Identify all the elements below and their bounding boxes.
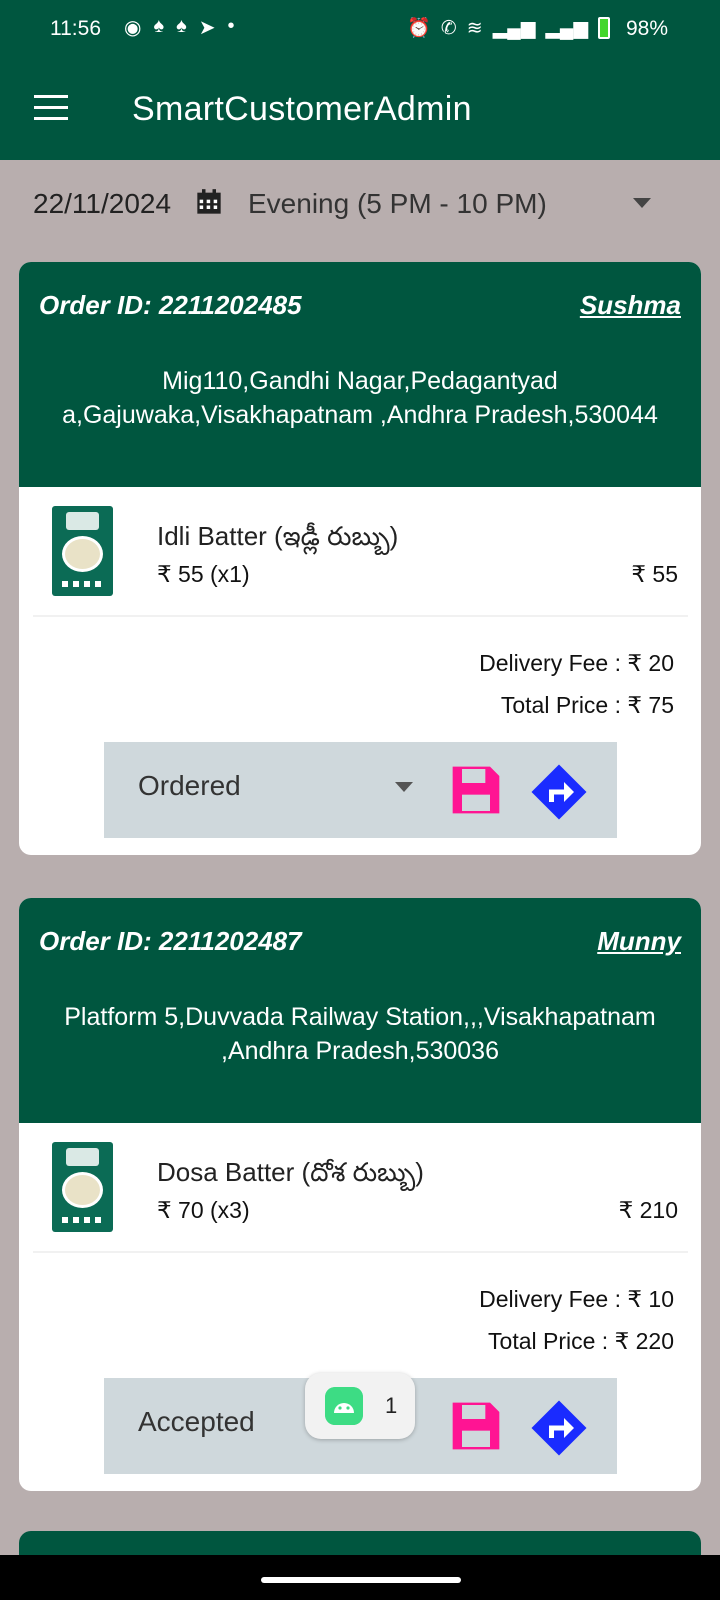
notification-count: 1: [385, 1393, 398, 1418]
divider: [33, 615, 688, 617]
customer-name-link[interactable]: Sushma: [580, 290, 681, 321]
dot-icon: •: [227, 15, 235, 37]
item-total: ₹ 55: [631, 561, 678, 587]
delivery-fee: Delivery Fee : ₹ 20: [479, 650, 674, 676]
shift-dropdown[interactable]: Evening (5 PM - 10 PM): [248, 188, 547, 220]
calendar-icon[interactable]: [195, 188, 223, 216]
total-price: Total Price : ₹ 220: [488, 1328, 674, 1354]
home-handle[interactable]: [261, 1577, 461, 1583]
item-price-qty: ₹ 70 (x3): [157, 1197, 250, 1223]
product-thumbnail: [52, 1142, 113, 1232]
snapchat-icon: ♠: [176, 15, 187, 37]
alarm-icon: ⏰: [407, 18, 431, 39]
total-price: Total Price : ₹ 75: [500, 692, 674, 718]
order-item: Dosa Batter (దోశ రుబ్బు) ₹ 70 (x3) ₹ 210: [33, 1123, 688, 1251]
date-picker[interactable]: 22/11/2024: [33, 188, 171, 220]
notification-icons: ◉ ♠ ♠ ➤ •: [124, 15, 234, 40]
item-total: ₹ 210: [618, 1197, 678, 1223]
save-icon[interactable]: [448, 762, 504, 818]
order-header: Order ID: 2211202485 Sushma Mig110,Gandh…: [19, 262, 701, 487]
status-bar: 11:56 ◉ ♠ ♠ ➤ • ⏰ ✆ ≋ ▂▄▆ ▂▄▆ 98%: [0, 0, 720, 60]
menu-icon[interactable]: [34, 95, 68, 121]
order-header: Order ID: 2211202487 Munny Platform 5,Du…: [19, 898, 701, 1123]
status-dropdown[interactable]: Ordered: [138, 770, 241, 802]
order-address: Platform 5,Duvvada Railway Station,,,Vis…: [64, 1003, 656, 1065]
status-actions: Ordered: [104, 742, 617, 838]
system-icons: ⏰ ✆ ≋ ▂▄▆ ▂▄▆: [407, 16, 610, 40]
product-thumbnail: [52, 506, 113, 596]
item-name: Idli Batter (ఇడ్లీ రుబ్బు): [157, 521, 399, 551]
order-address: Mig110,Gandhi Nagar,Pedagantyad a,Gajuwa…: [62, 367, 658, 429]
status-time: 11:56: [50, 17, 101, 40]
android-icon: [325, 1387, 363, 1425]
signal-icon: ▂▄▆: [492, 17, 536, 39]
whatsapp-icon: ◉: [124, 17, 142, 39]
item-name: Dosa Batter (దోశ రుబ్బు): [157, 1157, 424, 1187]
snapchat-icon: ♠: [153, 15, 165, 37]
order-card: Order ID: 2211202485 Sushma Mig110,Gandh…: [19, 262, 701, 855]
battery-icon: [598, 17, 610, 39]
order-item: Idli Batter (ఇడ్లీ రుబ్బు) ₹ 55 (x1) ₹ 5…: [33, 487, 688, 615]
divider: [33, 1251, 688, 1253]
signal-icon: ▂▄▆: [545, 17, 588, 39]
chevron-down-icon[interactable]: [395, 782, 413, 792]
order-id: Order ID: 2211202485: [39, 290, 302, 320]
battery-percent: 98%: [625, 17, 668, 40]
call-icon: ✆: [440, 17, 457, 39]
item-price-qty: ₹ 55 (x1): [157, 561, 250, 587]
app-bar: SmartCustomerAdmin: [0, 60, 720, 160]
directions-icon[interactable]: [529, 762, 589, 822]
customer-name-link[interactable]: Munny: [597, 926, 681, 957]
notification-bubble[interactable]: 1: [305, 1373, 415, 1439]
telegram-icon: ➤: [198, 17, 216, 39]
app-title: SmartCustomerAdmin: [132, 90, 472, 128]
chevron-down-icon[interactable]: [633, 198, 651, 208]
save-icon[interactable]: [448, 1398, 504, 1454]
status-dropdown[interactable]: Accepted: [138, 1406, 255, 1438]
wifi-icon: ≋: [466, 17, 483, 39]
directions-icon[interactable]: [529, 1398, 589, 1458]
navigation-bar: [0, 1555, 720, 1600]
order-id: Order ID: 2211202487: [39, 926, 302, 956]
filter-row: 22/11/2024 Evening (5 PM - 10 PM): [0, 160, 720, 252]
delivery-fee: Delivery Fee : ₹ 10: [479, 1286, 674, 1312]
